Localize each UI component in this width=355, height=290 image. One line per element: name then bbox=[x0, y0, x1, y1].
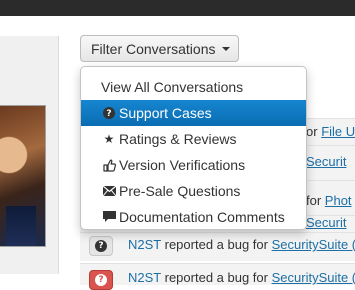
filter-conversations-button[interactable]: Filter Conversations bbox=[80, 35, 239, 62]
table-row[interactable]: N2ST reported a bug for SecuritySuite ( bbox=[80, 232, 355, 261]
product-link[interactable]: Securit bbox=[306, 154, 346, 169]
product-link[interactable]: Securit bbox=[306, 215, 346, 230]
menu-item-ratings-reviews[interactable]: ★ Ratings & Reviews bbox=[81, 126, 306, 152]
menu-item-label: Support Cases bbox=[119, 105, 212, 121]
user-link[interactable]: N2ST bbox=[128, 237, 161, 252]
profile-panel bbox=[0, 36, 59, 274]
comment-icon bbox=[101, 210, 117, 224]
product-link[interactable]: SecuritySuite ( bbox=[272, 237, 355, 252]
product-link[interactable]: File U bbox=[321, 124, 355, 139]
menu-item-support-cases[interactable]: ? Support Cases bbox=[81, 100, 306, 126]
product-link[interactable]: Phot bbox=[325, 193, 352, 208]
menu-item-label: Documentation Comments bbox=[119, 209, 285, 225]
row-text: for bbox=[306, 193, 322, 208]
star-icon: ★ bbox=[103, 132, 115, 146]
profile-photo bbox=[0, 105, 46, 247]
support-case-badge: ? bbox=[89, 236, 113, 256]
question-circle-icon: ? bbox=[101, 106, 117, 120]
top-nav-bar bbox=[0, 0, 355, 16]
support-case-badge-urgent: ? bbox=[89, 270, 113, 290]
menu-item-label: View All Conversations bbox=[101, 79, 244, 95]
menu-item-label: Pre-Sale Questions bbox=[119, 183, 241, 199]
row-action-text: reported a bug for bbox=[164, 270, 268, 285]
caret-down-icon bbox=[221, 46, 230, 51]
menu-item-pre-sale-questions[interactable]: Pre-Sale Questions bbox=[81, 178, 306, 204]
menu-item-version-verifications[interactable]: Version Verifications bbox=[81, 152, 306, 178]
user-link[interactable]: N2ST bbox=[128, 270, 161, 285]
product-link[interactable]: SecuritySuite ( bbox=[272, 270, 355, 285]
menu-item-label: Ratings & Reviews bbox=[119, 131, 237, 147]
row-text: or bbox=[306, 124, 318, 139]
envelope-icon bbox=[101, 184, 117, 198]
filter-button-label: Filter Conversations bbox=[91, 40, 216, 57]
filter-dropdown-menu: View All Conversations ? Support Cases ★… bbox=[80, 66, 307, 230]
row-action-text: reported a bug for bbox=[164, 237, 268, 252]
svg-text:?: ? bbox=[106, 109, 111, 119]
thumbs-up-icon bbox=[101, 158, 117, 172]
question-circle-icon: ? bbox=[95, 240, 107, 252]
table-row[interactable]: N2ST reported a bug for SecuritySuite ( bbox=[80, 263, 355, 285]
menu-item-documentation-comments[interactable]: Documentation Comments bbox=[81, 204, 306, 230]
menu-item-label: Version Verifications bbox=[119, 157, 246, 173]
menu-item-view-all[interactable]: View All Conversations bbox=[81, 74, 306, 100]
question-circle-icon: ? bbox=[95, 274, 107, 286]
